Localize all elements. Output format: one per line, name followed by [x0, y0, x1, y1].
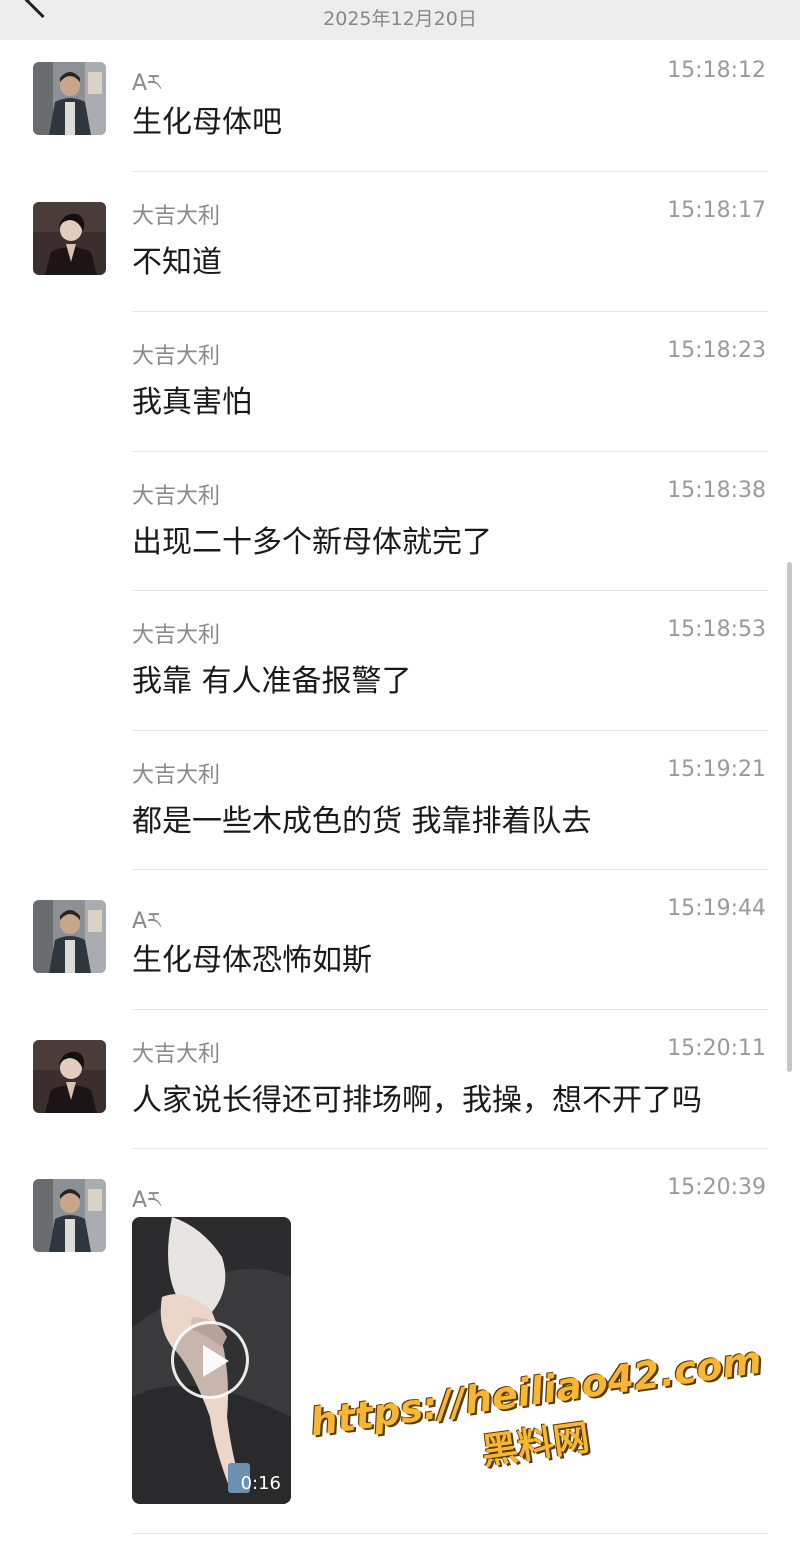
avatar[interactable]	[33, 1179, 106, 1252]
video-message-thumbnail[interactable]: 0:16	[132, 1217, 291, 1504]
top-bar: 2025年12月20日	[0, 0, 800, 40]
sender-name: 大吉大利	[132, 763, 221, 788]
message-text[interactable]: 都是一些木成色的货 我靠排着队去	[132, 796, 592, 840]
sender-name: 大吉大利	[132, 484, 221, 509]
message-text[interactable]: 不知道	[132, 237, 222, 281]
divider	[132, 451, 768, 452]
message-time: 15:18:17	[667, 198, 766, 223]
message-time: 15:18:12	[667, 58, 766, 83]
sender-name: 大吉大利	[132, 623, 221, 648]
video-duration: 0:16	[240, 1473, 281, 1494]
divider	[132, 1009, 768, 1010]
message-time: 15:19:44	[667, 896, 766, 921]
message-text[interactable]: 人家说长得还可排场啊，我操，想不开了吗	[132, 1075, 702, 1119]
play-button[interactable]	[171, 1321, 249, 1399]
divider	[132, 1148, 768, 1149]
message-time: 15:20:11	[667, 1036, 766, 1061]
message-text[interactable]: 生化母体恐怖如斯	[132, 935, 372, 979]
divider	[132, 171, 768, 172]
avatar[interactable]	[33, 1040, 106, 1113]
sender-name: 大吉大利	[132, 344, 221, 369]
message-text[interactable]: 生化母体吧	[132, 97, 282, 141]
message-text[interactable]: 出现二十多个新母体就完了	[132, 517, 492, 561]
message-time: 15:18:23	[667, 338, 766, 363]
scrollbar[interactable]	[787, 562, 792, 1072]
watermark: https://heiliao42.com 黑料网	[307, 1338, 764, 1498]
divider	[132, 869, 768, 870]
message-text[interactable]: 我靠 有人准备报警了	[132, 656, 412, 700]
play-icon	[203, 1345, 229, 1377]
date-header: 2025年12月20日	[323, 8, 477, 30]
avatar[interactable]	[33, 900, 106, 973]
divider	[132, 311, 768, 312]
divider	[132, 1533, 768, 1534]
avatar[interactable]	[33, 62, 106, 135]
message-time: 15:18:38	[667, 478, 766, 503]
divider	[132, 730, 768, 731]
sender-name: 大吉大利	[132, 204, 221, 229]
message-time: 15:20:39	[667, 1175, 766, 1200]
avatar[interactable]	[33, 202, 106, 275]
message-time: 15:19:21	[667, 757, 766, 782]
divider	[132, 590, 768, 591]
message-time: 15:18:53	[667, 617, 766, 642]
sender-name: 大吉大利	[132, 1042, 221, 1067]
message-text[interactable]: 我真害怕	[132, 377, 252, 421]
